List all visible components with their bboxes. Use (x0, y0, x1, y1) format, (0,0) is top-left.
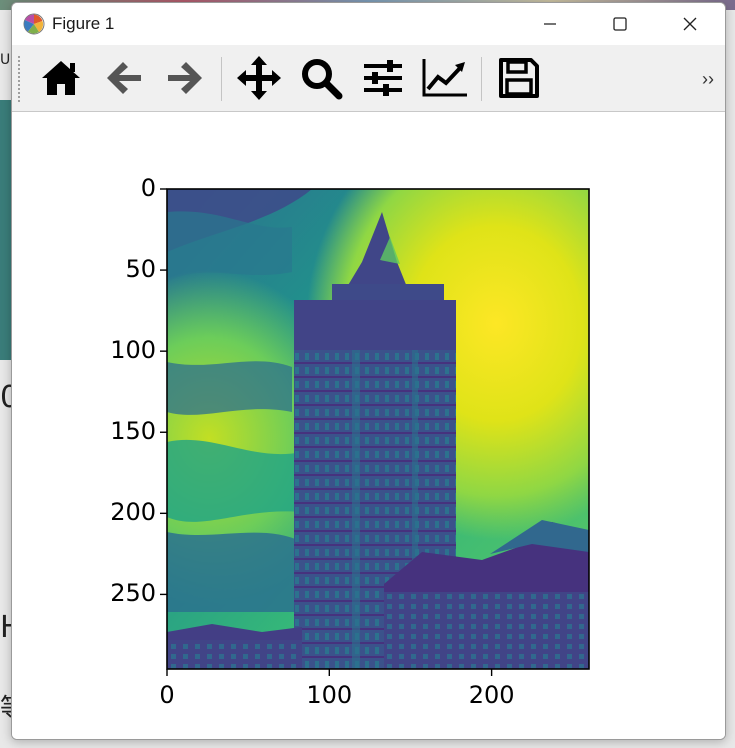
x-tick-label: 100 (306, 681, 353, 709)
toolbar-separator (221, 57, 222, 101)
toolbar-overflow-button[interactable]: ›› (702, 69, 714, 90)
close-button[interactable] (655, 3, 725, 45)
y-tick-label: 250 (110, 579, 156, 608)
pavilion-body (384, 592, 589, 669)
home-icon (42, 61, 80, 95)
arrow-left-icon (107, 62, 141, 94)
forward-button[interactable] (160, 53, 210, 103)
save-button[interactable] (494, 53, 544, 103)
desktop-fragment: U (0, 52, 11, 68)
image-display (167, 189, 589, 669)
toolbar-grip[interactable] (17, 55, 21, 103)
y-tick-label: 0 (140, 174, 156, 202)
back-button[interactable] (99, 53, 149, 103)
move-icon (237, 56, 281, 100)
sky-cloud (167, 361, 292, 415)
line-chart-icon (422, 59, 467, 97)
navigation-toolbar: ›› (12, 45, 725, 112)
tower-crown (332, 284, 444, 300)
window-title: Figure 1 (52, 14, 115, 33)
maximize-icon (613, 17, 627, 31)
figure-window: Figure 1 ›› 0 50 100 150 200 250 0 100 2… (11, 2, 726, 740)
sky-cloud (167, 532, 302, 612)
figure-canvas[interactable]: 0 50 100 150 200 250 0 100 200 (12, 112, 725, 739)
arrow-right-icon (168, 62, 202, 94)
tower-upper (294, 300, 456, 350)
title-bar[interactable]: Figure 1 (12, 3, 725, 45)
zoom-button[interactable] (296, 53, 346, 103)
x-tick-label: 0 (159, 681, 175, 709)
left-building-body (167, 640, 302, 669)
maximize-button[interactable] (585, 3, 655, 45)
tower-column (352, 350, 360, 669)
y-tick-label: 200 (110, 498, 156, 527)
home-button[interactable] (36, 53, 86, 103)
magnifier-icon (302, 59, 343, 100)
pan-button[interactable] (234, 53, 284, 103)
minimize-icon (544, 23, 556, 25)
close-icon (683, 17, 697, 31)
matplotlib-logo-icon (23, 13, 45, 35)
configure-subplots-button[interactable] (358, 53, 408, 103)
y-tick-label: 50 (125, 255, 156, 284)
y-tick-label: 100 (110, 336, 156, 365)
minimize-button[interactable] (515, 3, 585, 45)
toolbar-separator (481, 57, 482, 101)
y-tick-label: 150 (110, 417, 156, 446)
sliders-icon (364, 60, 402, 96)
edit-axes-button[interactable] (420, 53, 470, 103)
floppy-disk-icon (499, 58, 539, 98)
x-tick-label: 200 (468, 681, 515, 709)
